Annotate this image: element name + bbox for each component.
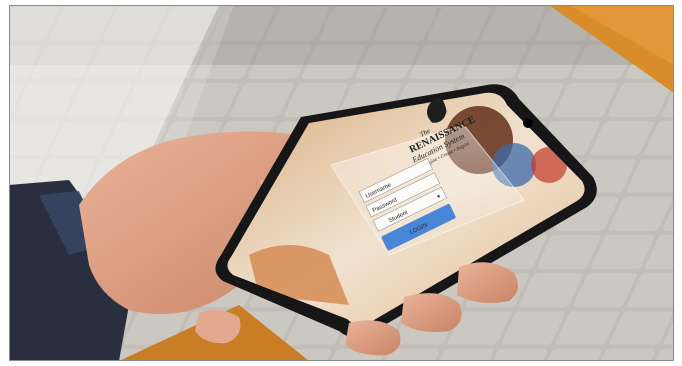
- photo-frame: The RENAISSANCE Education System Imagine…: [0, 0, 682, 366]
- frame-border: [9, 5, 674, 361]
